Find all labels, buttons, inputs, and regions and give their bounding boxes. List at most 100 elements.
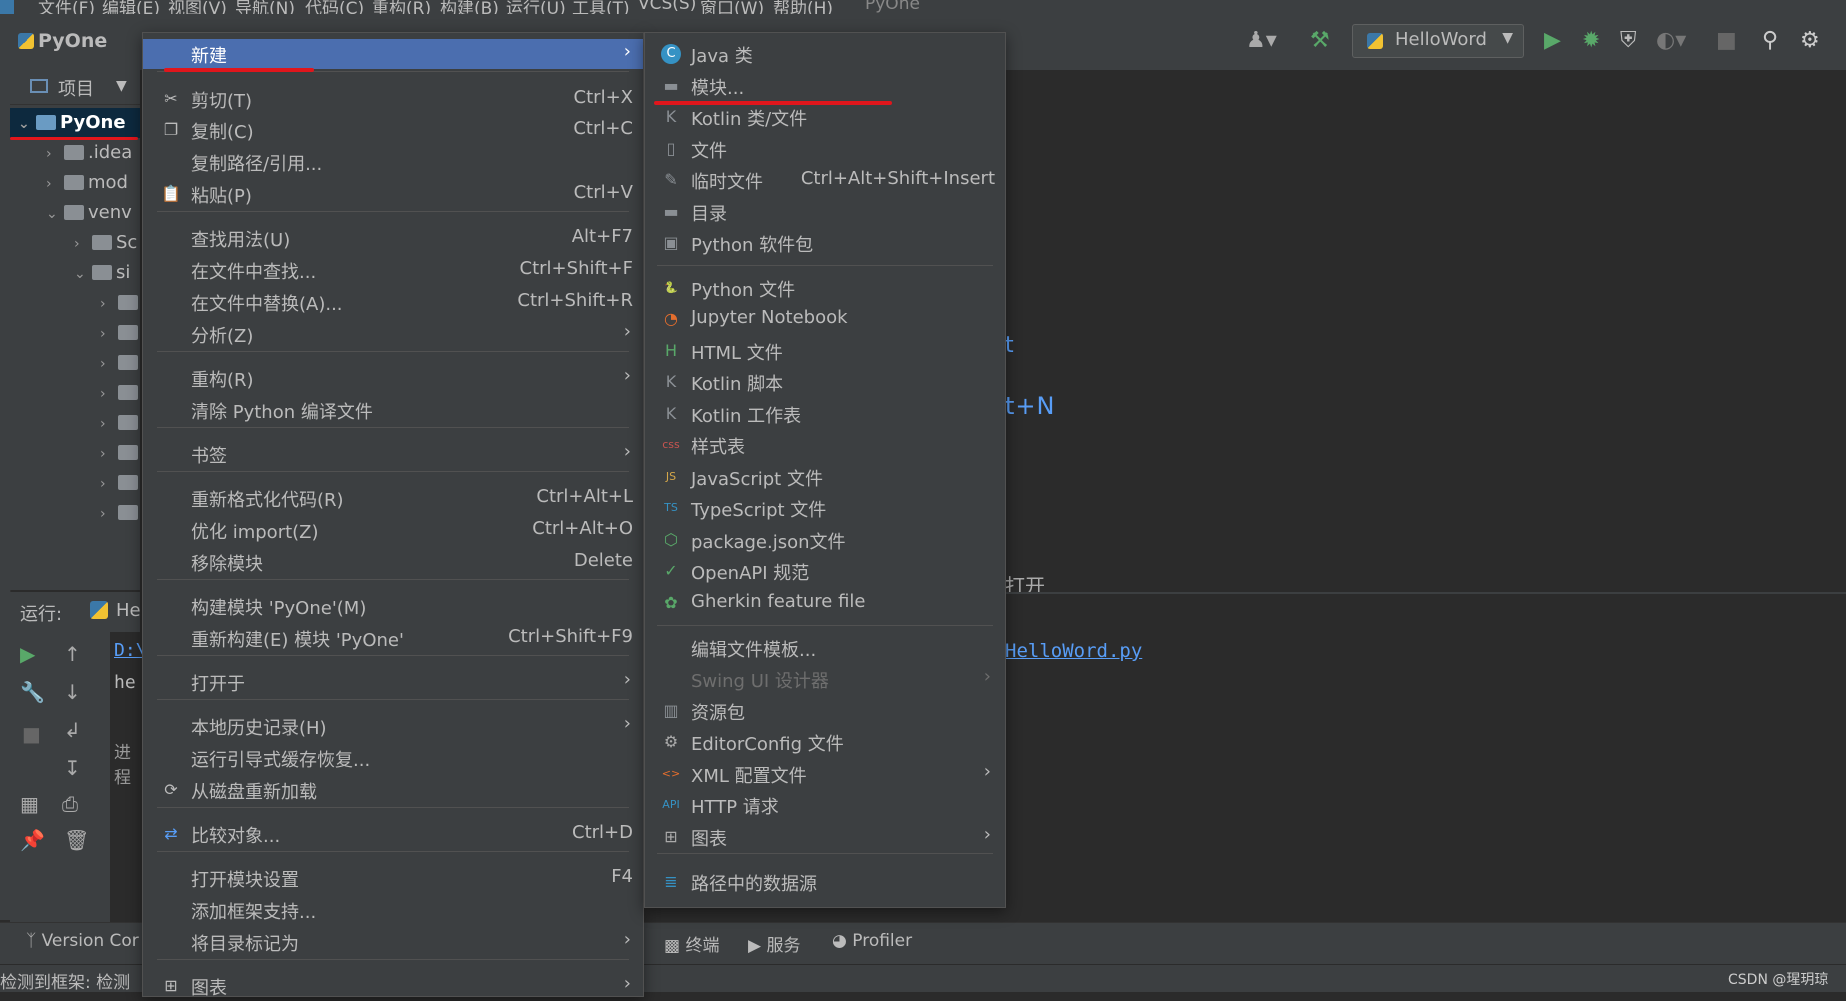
new-menu-item[interactable]: ▣ Python 软件包: [645, 228, 1005, 258]
new-menu-item[interactable]: ▥ 资源包: [645, 696, 1005, 726]
pin-icon[interactable]: 📌: [20, 828, 45, 852]
tree-node[interactable]: ›: [100, 348, 142, 378]
tab-terminal[interactable]: ▩ 终端: [664, 931, 719, 956]
user-icon[interactable]: ♟▾: [1246, 30, 1277, 52]
new-menu-item[interactable]: css 样式表: [645, 430, 1005, 460]
tree-node-idea[interactable]: › .idea: [46, 138, 132, 168]
tree-node-sc[interactable]: › Sc: [74, 228, 137, 258]
project-panel-header[interactable]: 项目 ▼: [10, 70, 140, 105]
new-menu-item[interactable]: 🐍 Python 文件: [645, 273, 1005, 303]
wrench-icon[interactable]: 🔧: [20, 680, 45, 704]
new-menu-item[interactable]: C Java 类: [645, 39, 1005, 69]
context-menu-item[interactable]: 书签 ›: [143, 439, 643, 469]
layout-icon[interactable]: ▦: [20, 792, 39, 816]
menu-navigate[interactable]: 导航(N): [235, 0, 295, 14]
run-configuration-select[interactable]: HelloWord ▼: [1352, 24, 1524, 58]
context-menu-item[interactable]: ⊞ 图表 ›: [143, 971, 643, 1001]
profile-icon[interactable]: ◐▾: [1656, 30, 1686, 52]
context-menu-item[interactable]: 本地历史记录(H) ›: [143, 711, 643, 741]
context-menu-item[interactable]: 移除模块 Delete: [143, 547, 643, 577]
context-menu-item[interactable]: 添加框架支持...: [143, 895, 643, 925]
scroll-to-end-icon[interactable]: ↧: [64, 756, 81, 780]
context-menu-item[interactable]: 构建模块 'PyOne'(M): [143, 591, 643, 621]
context-menu-item[interactable]: 在文件中替换(A)... Ctrl+Shift+R: [143, 287, 643, 317]
context-menu-item[interactable]: 复制路径/引用...: [143, 147, 643, 177]
context-menu-item[interactable]: 优化 import(Z) Ctrl+Alt+O: [143, 515, 643, 545]
tree-node[interactable]: ›: [100, 378, 142, 408]
project-breadcrumb[interactable]: PyOne: [18, 30, 107, 52]
new-menu-item[interactable]: ▯ 文件: [645, 134, 1005, 164]
run-console[interactable]: D:\ he 进程: [110, 632, 147, 922]
context-menu-item[interactable]: 新建 ›: [143, 39, 643, 69]
context-menu-item[interactable]: 分析(Z) ›: [143, 319, 643, 349]
new-menu-item[interactable]: ≣ 路径中的数据源: [645, 867, 1005, 897]
new-menu-item[interactable]: K Kotlin 脚本: [645, 367, 1005, 397]
tree-node[interactable]: ›: [100, 288, 142, 318]
context-menu-item[interactable]: 重新格式化代码(R) Ctrl+Alt+L: [143, 483, 643, 513]
print-icon[interactable]: ⎙: [62, 792, 78, 816]
tree-node-mod[interactable]: › mod: [46, 168, 128, 198]
new-menu-item[interactable]: ⊞ 图表 ›: [645, 822, 1005, 852]
menu-build[interactable]: 构建(B): [440, 0, 499, 14]
context-menu-item[interactable]: 打开于 ›: [143, 667, 643, 697]
new-menu-item[interactable]: ✿ Gherkin feature file: [645, 588, 1005, 618]
run-icon[interactable]: ▶: [1544, 30, 1561, 52]
new-menu-item[interactable]: ✓ OpenAPI 规范: [645, 556, 1005, 586]
settings-gear-icon[interactable]: ⚙: [1800, 30, 1820, 52]
menu-window[interactable]: 窗口(W): [700, 0, 764, 14]
new-menu-item[interactable]: API HTTP 请求: [645, 790, 1005, 820]
context-menu-item[interactable]: 运行引导式缓存恢复...: [143, 743, 643, 773]
new-menu-item[interactable]: K Kotlin 工作表: [645, 399, 1005, 429]
new-menu-item[interactable]: K Kotlin 类/文件: [645, 102, 1005, 132]
new-menu-item[interactable]: ◔ Jupyter Notebook: [645, 304, 1005, 334]
menu-run[interactable]: 运行(U): [506, 0, 566, 14]
stop-icon[interactable]: ■: [1716, 30, 1737, 52]
soft-wrap-icon[interactable]: ↲: [64, 718, 81, 742]
new-menu-item[interactable]: H HTML 文件: [645, 336, 1005, 366]
tab-version-control[interactable]: ᛉ Version Cor: [26, 931, 139, 951]
menu-file[interactable]: 文件(F): [38, 0, 95, 14]
menu-refactor[interactable]: 重构(R): [372, 0, 431, 14]
tree-node[interactable]: ›: [100, 498, 142, 528]
context-menu-item[interactable]: ⇄ 比较对象... Ctrl+D: [143, 819, 643, 849]
rerun-icon[interactable]: ▶: [20, 642, 35, 666]
context-menu-item[interactable]: 📋 粘贴(P) Ctrl+V: [143, 179, 643, 209]
coverage-icon[interactable]: ⛨: [1620, 30, 1637, 52]
context-menu-item[interactable]: 查找用法(U) Alt+F7: [143, 223, 643, 253]
new-menu-item[interactable]: <> XML 配置文件 ›: [645, 759, 1005, 789]
menu-code[interactable]: 代码(C): [305, 0, 364, 14]
arrow-down-icon[interactable]: ↓: [64, 680, 81, 704]
arrow-up-icon[interactable]: ↑: [64, 642, 81, 666]
new-menu-item[interactable]: 编辑文件模板...: [645, 633, 1005, 663]
editor-area[interactable]: [1005, 70, 1846, 590]
menu-tools[interactable]: 工具(T): [572, 0, 630, 14]
menu-help[interactable]: 帮助(H): [773, 0, 833, 14]
trash-icon[interactable]: 🗑: [64, 828, 89, 852]
menu-vcs[interactable]: VCS(S): [638, 0, 696, 14]
context-menu-item[interactable]: 打开模块设置 F4: [143, 863, 643, 893]
context-menu-item[interactable]: ❐ 复制(C) Ctrl+C: [143, 115, 643, 145]
new-menu-item[interactable]: ⬡ package.json文件: [645, 525, 1005, 555]
new-menu-item[interactable]: TS TypeScript 文件: [645, 493, 1005, 523]
context-menu-item[interactable]: 重新构建(E) 模块 'PyOne' Ctrl+Shift+F9: [143, 623, 643, 653]
status-message[interactable]: 检测到框架: 检测: [0, 968, 130, 993]
build-hammer-icon[interactable]: ⚒: [1310, 30, 1330, 52]
search-icon[interactable]: ⚲: [1762, 30, 1778, 52]
tab-services[interactable]: ▶ 服务: [748, 931, 800, 956]
context-menu-item[interactable]: 清除 Python 编译文件: [143, 395, 643, 425]
tree-node[interactable]: ›: [100, 408, 142, 438]
tree-node-si[interactable]: ⌄ si: [74, 258, 130, 288]
context-menu-item[interactable]: 在文件中查找... Ctrl+Shift+F: [143, 255, 643, 285]
stop-icon[interactable]: ■: [22, 722, 41, 746]
tree-node[interactable]: ›: [100, 438, 142, 468]
chevron-down-icon[interactable]: ▼: [116, 78, 127, 94]
tree-node[interactable]: ›: [100, 468, 142, 498]
tree-node[interactable]: ›: [100, 318, 142, 348]
context-menu-item[interactable]: 重构(R) ›: [143, 363, 643, 393]
context-menu-item[interactable]: ⟳ 从磁盘重新加载: [143, 775, 643, 805]
console-file-link[interactable]: HelloWord.py: [1005, 640, 1142, 662]
tree-node-venv[interactable]: ⌄ venv: [46, 198, 132, 228]
new-menu-item[interactable]: ✎ 临时文件 Ctrl+Alt+Shift+Insert: [645, 165, 1005, 195]
tab-profiler[interactable]: ◕ Profiler: [832, 931, 912, 951]
context-menu-item[interactable]: 将目录标记为 ›: [143, 927, 643, 957]
